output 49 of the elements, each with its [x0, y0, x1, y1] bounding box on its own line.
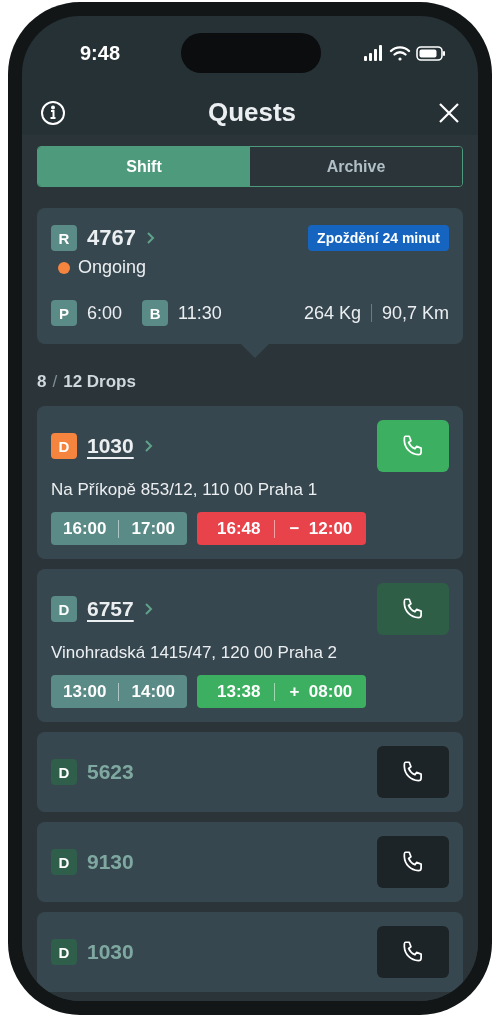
info-button[interactable] — [40, 99, 66, 126]
delay-badge: Zpoždění 24 minut — [308, 225, 449, 251]
battery-icon — [416, 45, 446, 61]
clock: 9:48 — [80, 41, 121, 65]
close-icon — [438, 101, 460, 124]
drop-address: Na Příkopě 853/12, 110 00 Praha 1 — [51, 480, 319, 500]
info-icon — [40, 99, 66, 126]
chevron-right-icon[interactable] — [145, 231, 156, 245]
route-status: Ongoing — [78, 257, 147, 278]
drop-number[interactable]: 6757 — [87, 597, 134, 621]
arrival-time: 16:48 — [216, 518, 261, 539]
pickup-time: 6:00 — [87, 302, 123, 324]
break-time: 11:30 — [178, 302, 222, 324]
window-end: 17:00 — [131, 518, 175, 539]
close-button[interactable] — [438, 101, 460, 124]
call-button[interactable] — [377, 746, 449, 798]
arrival-time: 13:38 — [216, 681, 261, 702]
call-button[interactable] — [377, 926, 449, 978]
drop-number[interactable]: 1030 — [87, 434, 134, 458]
break-badge: B — [142, 300, 169, 326]
drop-number: 5623 — [87, 760, 134, 784]
drop-badge: D — [51, 849, 77, 875]
window-start: 13:00 — [63, 681, 107, 702]
time-offset: + 08:00 — [289, 681, 353, 702]
drop-address: Vinohradská 1415/47, 120 00 Praha 2 — [51, 643, 339, 663]
drops-total: 12 Drops — [63, 372, 136, 392]
drop-number: 1030 — [87, 940, 134, 964]
route-badge: R — [51, 225, 77, 251]
drop-badge: D — [51, 596, 77, 622]
route-weight: 264 Kg — [303, 302, 361, 324]
chevron-right-icon[interactable] — [143, 439, 154, 453]
drop-badge: D — [51, 433, 77, 459]
chevron-right-icon[interactable] — [143, 602, 154, 616]
window-end: 14:00 — [131, 681, 175, 702]
drops-done: 8 — [37, 372, 47, 392]
call-button[interactable] — [377, 583, 449, 635]
count-separator: / — [52, 372, 58, 392]
drop-badge: D — [51, 759, 77, 785]
pickup-badge: P — [51, 300, 77, 326]
call-button[interactable] — [377, 836, 449, 888]
signal-icon — [364, 45, 384, 61]
drop-number: 9130 — [87, 850, 134, 874]
window-start: 16:00 — [63, 518, 107, 539]
route-number[interactable]: 4767 — [87, 225, 136, 251]
drop-badge: D — [51, 939, 77, 965]
wifi-icon — [389, 44, 411, 62]
screen-title: Quests — [206, 97, 298, 128]
time-offset: − 12:00 — [289, 518, 353, 539]
route-distance: 90,7 Km — [381, 302, 449, 324]
